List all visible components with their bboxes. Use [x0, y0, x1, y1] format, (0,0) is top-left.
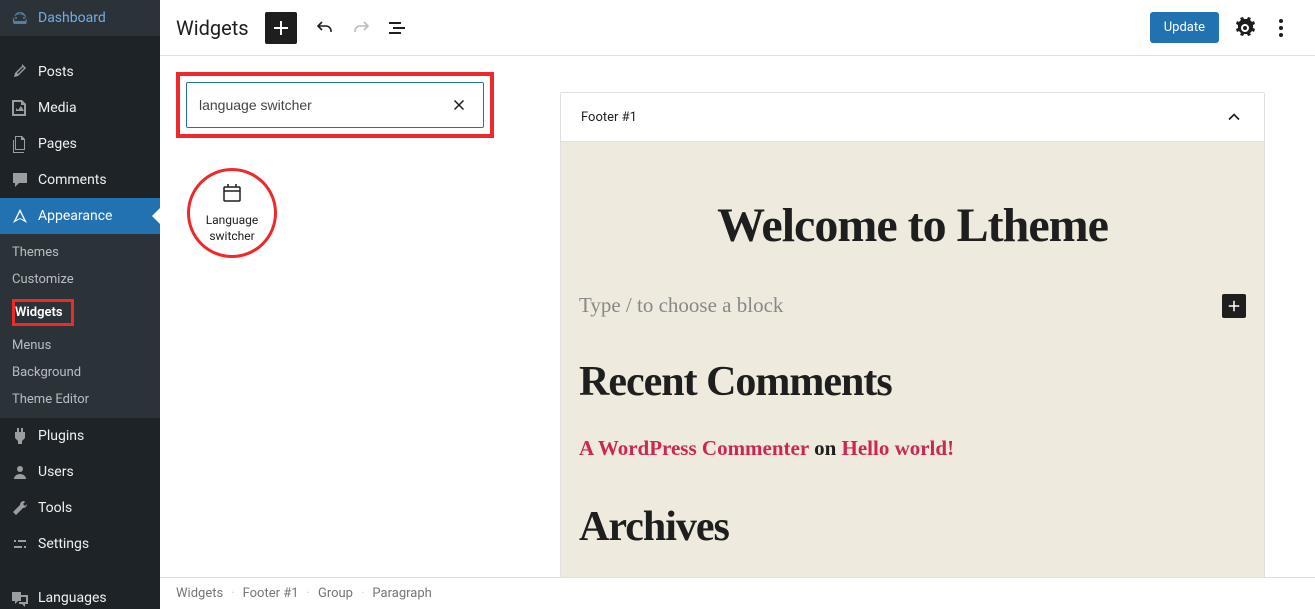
archives-heading[interactable]: Archives — [579, 503, 1246, 551]
appearance-icon — [10, 206, 30, 226]
submenu-item-widgets[interactable]: Widgets — [0, 293, 160, 332]
breadcrumb-item[interactable]: Group — [318, 586, 353, 601]
search-highlight — [176, 72, 494, 138]
breadcrumb-sep: · — [361, 586, 364, 601]
sidebar-item-appearance[interactable]: Appearance — [0, 198, 160, 234]
media-icon — [10, 98, 30, 118]
comments-icon — [10, 170, 30, 190]
sidebar-item-label: Languages — [38, 590, 107, 606]
list-view-icon — [385, 16, 409, 40]
settings-button[interactable] — [1227, 10, 1263, 46]
preview-canvas: Footer #1 Welcome to Ltheme Type / to ch… — [510, 56, 1315, 577]
block-appender[interactable]: Type / to choose a block — [579, 293, 1246, 318]
breadcrumb-sep: · — [307, 586, 310, 601]
widget-area-header[interactable]: Footer #1 — [561, 93, 1264, 142]
breadcrumb-item[interactable]: Footer #1 — [243, 586, 299, 601]
comment-on-text: on — [809, 436, 842, 460]
page-title: Widgets — [176, 16, 249, 40]
search-clear-button[interactable] — [447, 93, 471, 117]
sidebar-item-label: Media — [38, 100, 77, 116]
redo-icon — [349, 16, 373, 40]
widget-area-footer-1: Footer #1 Welcome to Ltheme Type / to ch… — [560, 92, 1265, 577]
users-icon — [10, 462, 30, 482]
pages-icon — [10, 134, 30, 154]
admin-sidebar: Dashboard Posts Media Pages Comments App… — [0, 0, 160, 609]
sidebar-item-plugins[interactable]: Plugins — [0, 418, 160, 454]
search-input[interactable] — [199, 97, 447, 113]
result-highlight: Language switcher — [187, 168, 277, 258]
breadcrumb-sep: · — [231, 586, 234, 601]
redo-button[interactable] — [343, 10, 379, 46]
sidebar-item-label: Appearance — [38, 208, 112, 224]
plus-icon — [1225, 297, 1243, 315]
sidebar-item-media[interactable]: Media — [0, 90, 160, 126]
recent-comments-heading[interactable]: Recent Comments — [579, 358, 1246, 406]
block-appender-button[interactable] — [1222, 294, 1246, 318]
languages-icon — [10, 588, 30, 608]
sidebar-item-comments[interactable]: Comments — [0, 162, 160, 198]
sidebar-item-label: Users — [38, 464, 74, 480]
welcome-heading[interactable]: Welcome to Ltheme — [579, 198, 1246, 253]
list-view-button[interactable] — [379, 10, 415, 46]
language-switcher-icon — [220, 181, 244, 205]
gear-icon — [1233, 16, 1257, 40]
submenu-item-customize[interactable]: Customize — [0, 266, 160, 293]
sidebar-item-label: Pages — [38, 136, 77, 152]
sidebar-item-users[interactable]: Users — [0, 454, 160, 490]
breadcrumb-item[interactable]: Paragraph — [372, 586, 431, 601]
more-vertical-icon — [1269, 16, 1293, 40]
submenu-item-themes[interactable]: Themes — [0, 239, 160, 266]
pin-icon — [10, 62, 30, 82]
comment-author-link[interactable]: A WordPress Commenter — [579, 436, 809, 460]
sidebar-item-posts[interactable]: Posts — [0, 54, 160, 90]
sidebar-item-languages[interactable]: Languages — [0, 580, 160, 609]
settings-icon — [10, 534, 30, 554]
widget-area-title: Footer #1 — [581, 110, 637, 125]
sidebar-item-label: Posts — [38, 64, 74, 80]
sidebar-item-label: Comments — [38, 172, 107, 188]
search-box — [186, 82, 484, 128]
more-options-button[interactable] — [1263, 10, 1299, 46]
sidebar-item-settings[interactable]: Settings — [0, 526, 160, 562]
widget-area-body: Welcome to Ltheme Type / to choose a blo… — [561, 142, 1264, 577]
block-inserter-panel: Language switcher — [160, 56, 510, 577]
update-button[interactable]: Update — [1150, 12, 1219, 43]
undo-icon — [313, 16, 337, 40]
tools-icon — [10, 498, 30, 518]
block-appender-placeholder: Type / to choose a block — [579, 293, 783, 318]
sidebar-item-label: Settings — [38, 536, 89, 552]
plus-icon — [269, 16, 293, 40]
add-block-button[interactable] — [265, 12, 297, 44]
comment-item[interactable]: A WordPress Commenter on Hello world! — [579, 436, 1246, 461]
plugins-icon — [10, 426, 30, 446]
sidebar-item-pages[interactable]: Pages — [0, 126, 160, 162]
submenu-item-theme-editor[interactable]: Theme Editor — [0, 386, 160, 413]
dashboard-icon — [10, 8, 30, 28]
appearance-submenu: Themes Customize Widgets Menus Backgroun… — [0, 234, 160, 418]
submenu-item-menus[interactable]: Menus — [0, 332, 160, 359]
sidebar-item-label: Dashboard — [38, 10, 106, 26]
block-result-label: Language switcher — [190, 213, 274, 244]
sidebar-item-label: Tools — [38, 500, 72, 516]
undo-button[interactable] — [307, 10, 343, 46]
sidebar-item-dashboard[interactable]: Dashboard — [0, 0, 160, 36]
chevron-up-icon — [1224, 107, 1244, 127]
comment-post-link[interactable]: Hello world! — [842, 436, 955, 460]
breadcrumb: Widgets · Footer #1 · Group · Paragraph — [160, 577, 1315, 609]
block-result-language-switcher[interactable]: Language switcher — [182, 158, 282, 268]
sidebar-item-tools[interactable]: Tools — [0, 490, 160, 526]
editor-topbar: Widgets Update — [160, 0, 1315, 56]
submenu-item-background[interactable]: Background — [0, 359, 160, 386]
sidebar-item-label: Plugins — [38, 428, 84, 444]
breadcrumb-item[interactable]: Widgets — [176, 586, 223, 601]
close-icon — [450, 96, 468, 114]
